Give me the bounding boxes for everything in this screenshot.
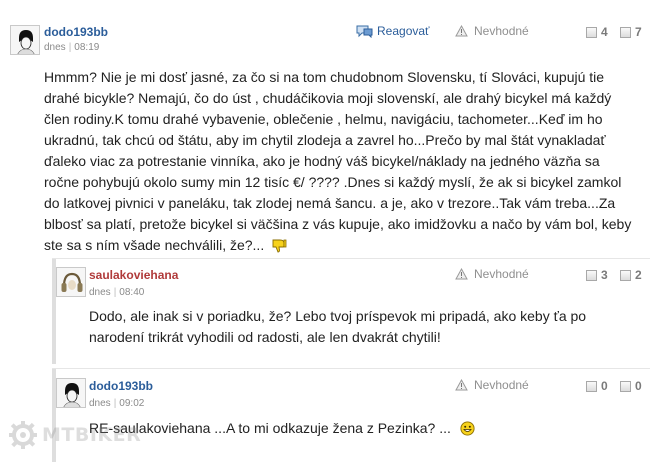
headphones-avatar-icon [57,268,85,296]
comment-text-line: ukradnú, tak chcú od štátu, aby im chyti… [44,132,606,148]
like-vote[interactable]: 3 [586,268,608,282]
avatar[interactable] [56,267,86,297]
like-count: 4 [601,25,608,39]
user-silhouette-icon [11,26,39,54]
smile-emoji-icon [460,421,475,436]
comment-text-line: Hmmm? Nie je mi dosť jasné, za čo si na … [44,69,605,85]
report-button[interactable]: Nevhodné [455,267,529,281]
dislike-count: 7 [635,25,642,39]
dislike-vote[interactable]: 7 [620,25,642,39]
reply-divider [52,258,650,259]
reply-button[interactable]: Reagovať [356,24,430,38]
comment-text-last-line: ste sa s ním všade nechválili, že?... [44,235,644,256]
comment-date: dnes [44,42,66,53]
mtbiker-watermark: MTBIKER [8,420,141,450]
report-button[interactable]: Nevhodné [455,378,529,392]
like-vote[interactable]: 4 [586,25,608,39]
report-label: Nevhodné [474,267,529,281]
comment-time: 09:02 [119,398,145,409]
comment-text-line: ročne pohybujú okolo sumy min 12 tisíc €… [44,174,622,190]
warning-triangle-icon [455,268,468,280]
like-count: 3 [601,268,608,282]
dislike-count: 2 [635,268,642,282]
vote-up-box-icon[interactable] [586,269,597,281]
vote-down-box-icon[interactable] [620,269,631,281]
dislike-vote[interactable]: 2 [620,268,642,282]
comment-text-line: ďaleko viac za potrestanie vinníka, ako … [44,153,600,169]
comment-author[interactable]: dodo193bb [44,25,108,39]
watermark-text: MTBIKER [42,424,142,446]
reply-label: Reagovať [377,24,430,38]
comment-text-line: člen rodiny.K tomu drahé vybavenie, oble… [44,111,603,127]
like-count: 0 [601,379,608,393]
reply-divider [52,368,650,369]
avatar[interactable] [10,25,40,55]
comment-text-line: Dodo, ale inak si v poriadku, že? Lebo t… [89,308,587,324]
report-label: Nevhodné [474,378,529,392]
comment-text-line: RE-saulakoviehana ...A to mi odkazuje že… [89,420,451,436]
comment-author[interactable]: saulakoviehana [89,268,178,282]
user-silhouette-icon [57,379,85,407]
vote-down-box-icon[interactable] [620,380,631,392]
warning-triangle-icon [455,379,468,391]
comment-text: RE-saulakoviehana ...A to mi odkazuje že… [89,418,644,439]
vote-down-box-icon[interactable] [620,26,631,38]
gear-logo-icon [9,421,37,449]
vote-up-box-icon[interactable] [586,26,597,38]
comment-timestamp: dnes | 08:40 [89,287,145,298]
comment-date: dnes [89,398,111,409]
thumbs-down-emoji-icon [272,239,287,253]
report-button[interactable]: Nevhodné [455,24,529,38]
like-vote[interactable]: 0 [586,379,608,393]
comment-author[interactable]: dodo193bb [89,379,153,393]
vote-up-box-icon[interactable] [586,380,597,392]
comment-text-line: drahé bicykle? Nemajú, čo do úst , chudá… [44,90,612,106]
dislike-vote[interactable]: 0 [620,379,642,393]
comment-text: Dodo, ale inak si v poriadku, že? Lebo t… [89,306,644,348]
report-label: Nevhodné [474,24,529,38]
comment-text-line: ste sa s ním všade nechválili, že?... [44,237,265,253]
comment-date: dnes [89,287,111,298]
comment-text-line: blbosť sa platí, pretože bicykel si väčš… [44,216,632,232]
comment-text-line: do latkovej pivnici v paneláku, tak zlod… [44,195,616,211]
speech-bubble-icon [356,25,373,38]
avatar[interactable] [56,378,86,408]
comment-time: 08:19 [74,42,100,53]
comment-timestamp: dnes | 09:02 [89,398,145,409]
comment-time: 08:40 [119,287,145,298]
warning-triangle-icon [455,25,468,37]
comment-timestamp: dnes | 08:19 [44,42,100,53]
comment-text-line: narodení trikrát vyhodili od radosti, al… [89,329,441,345]
comment-text: Hmmm? Nie je mi dosť jasné, za čo si na … [44,67,644,256]
dislike-count: 0 [635,379,642,393]
